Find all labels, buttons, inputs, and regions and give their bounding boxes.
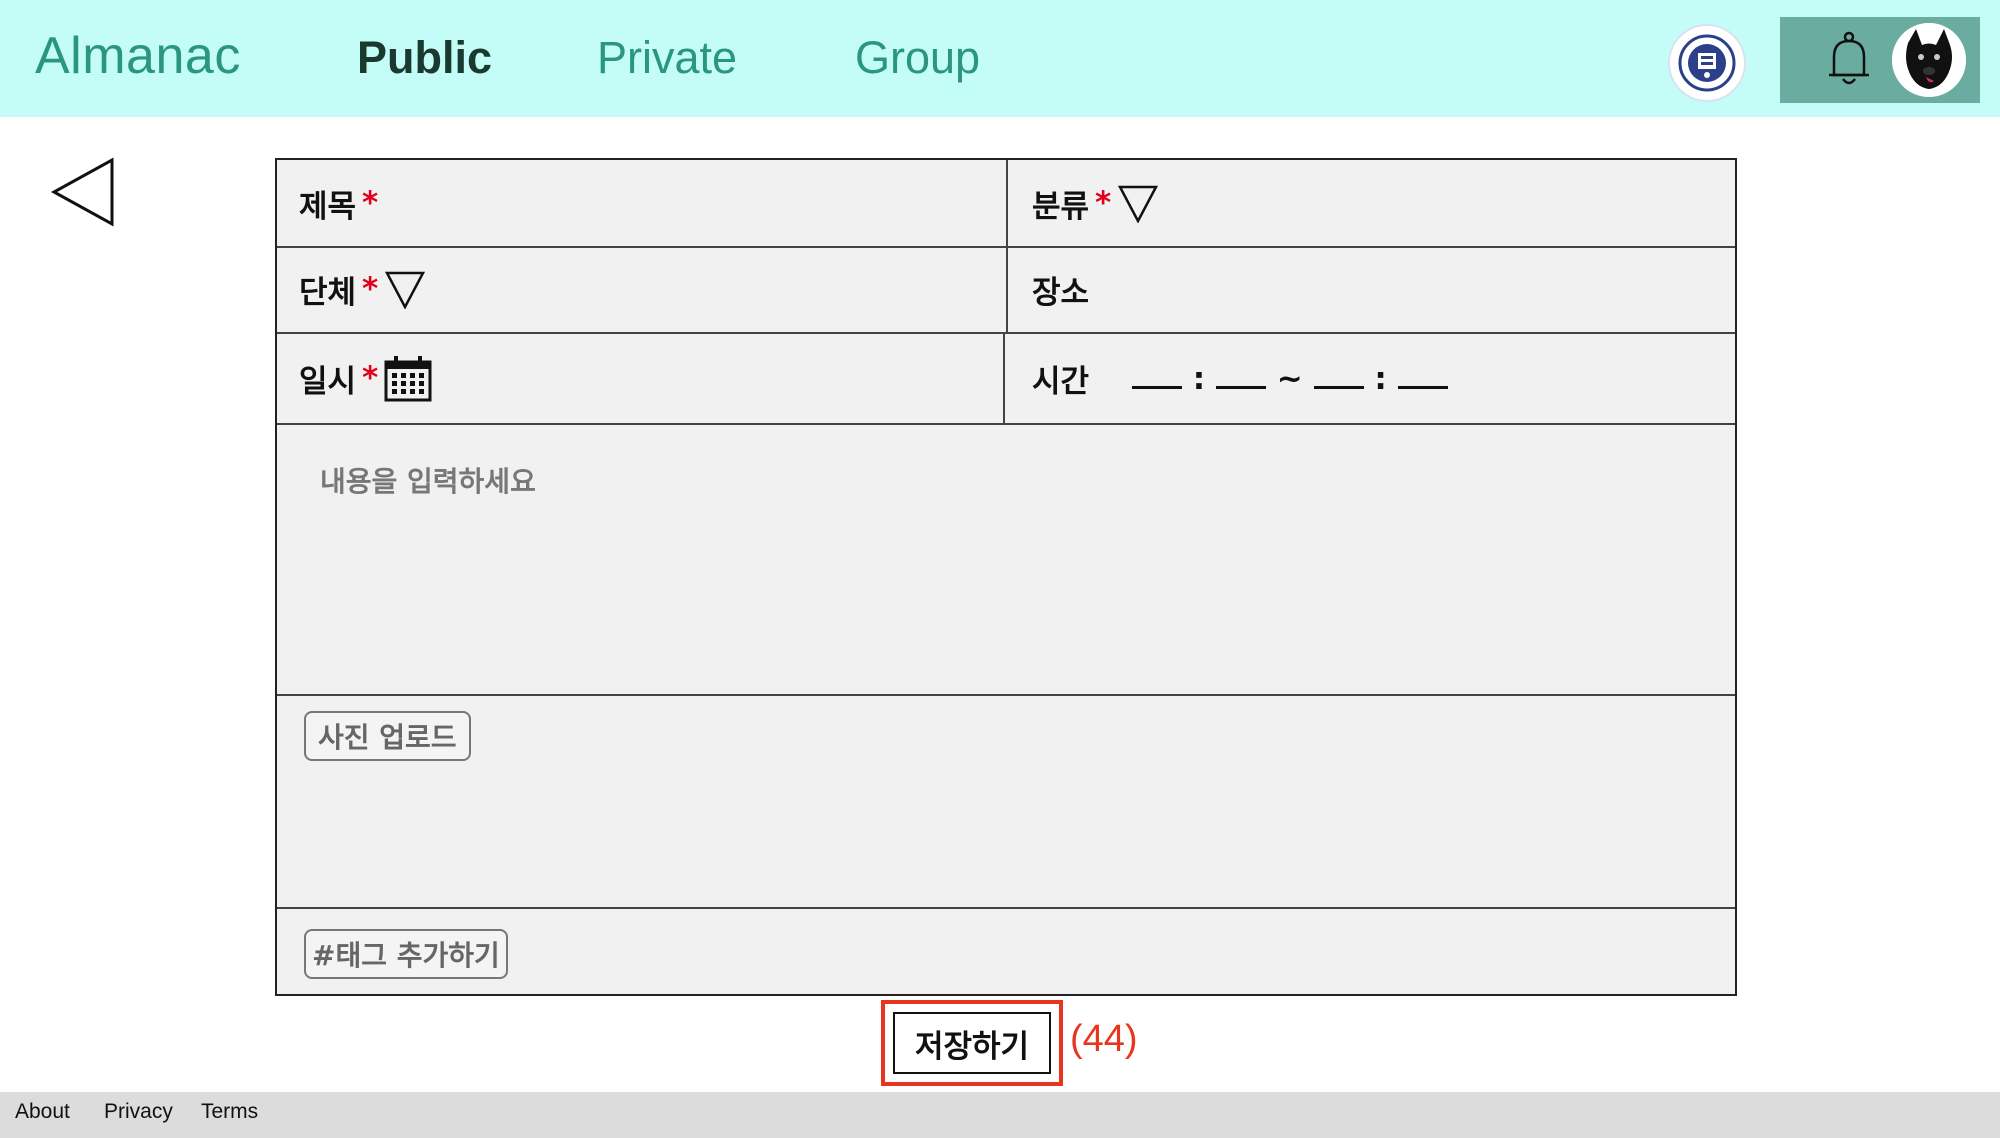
start-hour-input[interactable]: [1132, 356, 1182, 389]
notification-bell-icon[interactable]: [1816, 27, 1882, 93]
group-field[interactable]: 단체 *: [299, 264, 426, 314]
top-nav-bar: Almanac Public Private Group: [0, 0, 2000, 117]
end-minute-input[interactable]: [1397, 356, 1448, 389]
photo-upload-button[interactable]: 사진 업로드: [304, 711, 471, 761]
calendar-icon[interactable]: [384, 354, 432, 402]
group-label: 단체: [299, 274, 357, 311]
add-tag-button[interactable]: #태그 추가하기: [304, 929, 508, 979]
nav-private[interactable]: Private: [597, 32, 737, 84]
footer-about-link[interactable]: About: [15, 1100, 70, 1124]
start-minute-input[interactable]: [1216, 356, 1266, 389]
required-mark: *: [362, 185, 379, 221]
group-dropdown-icon[interactable]: [384, 269, 426, 310]
footer-terms-link[interactable]: Terms: [201, 1100, 258, 1124]
place-field[interactable]: 장소: [1032, 264, 1089, 314]
title-field[interactable]: 제목 *: [299, 178, 378, 228]
time-label: 시간: [1032, 363, 1090, 400]
back-arrow-icon[interactable]: [48, 156, 120, 228]
time-colon: :: [1192, 361, 1206, 397]
time-range-inputs: : ~ :: [1132, 356, 1448, 397]
footer: About Privacy Terms: [0, 1092, 2000, 1138]
time-colon: :: [1374, 361, 1387, 397]
brand-logo-text[interactable]: Almanac: [35, 26, 241, 86]
category-dropdown-icon[interactable]: [1117, 183, 1159, 224]
time-field: 시간: [1032, 352, 1089, 404]
content-textarea-placeholder[interactable]: 내용을 입력하세요: [320, 460, 536, 500]
event-form: 제목 * 분류 * 단체 * 장소 일시 * 시간: ~: 내용을 입력하세…: [275, 158, 1737, 996]
date-label: 일시: [299, 363, 357, 400]
time-tilde: ~: [1276, 361, 1303, 397]
date-field[interactable]: 일시 *: [299, 352, 432, 404]
nav-public[interactable]: Public: [357, 32, 492, 84]
end-hour-input[interactable]: [1313, 356, 1364, 389]
save-button[interactable]: 저장하기: [893, 1012, 1051, 1074]
place-label: 장소: [1032, 274, 1090, 311]
university-seal-icon: [1668, 24, 1746, 102]
required-mark: *: [1095, 185, 1112, 221]
category-field[interactable]: 분류 *: [1032, 178, 1159, 228]
required-mark: *: [362, 271, 379, 307]
user-avatar[interactable]: [1892, 23, 1966, 97]
title-label: 제목: [299, 188, 357, 225]
save-highlight: 저장하기: [881, 1000, 1063, 1086]
nav-group[interactable]: Group: [855, 32, 980, 84]
required-mark: *: [362, 360, 379, 396]
annotation-number: (44): [1070, 1018, 1138, 1060]
category-label: 분류: [1032, 188, 1090, 225]
user-actions-panel: [1780, 17, 1980, 103]
footer-privacy-link[interactable]: Privacy: [104, 1100, 173, 1124]
